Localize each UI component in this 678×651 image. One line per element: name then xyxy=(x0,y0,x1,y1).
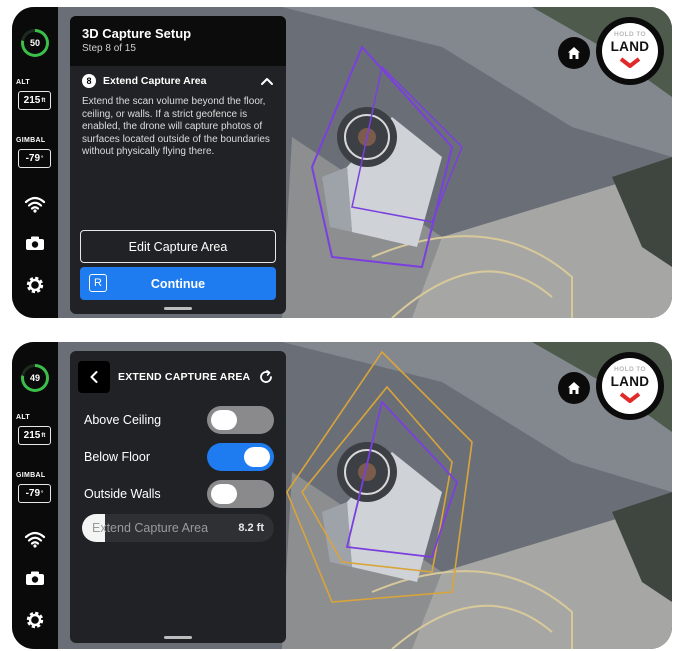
gimbal-label: GIMBAL xyxy=(16,472,46,479)
below-floor-toggle[interactable] xyxy=(207,443,274,471)
screen-capture-setup: 50 ALT 215 ft GIMBAL -79 ° 3D Capture Setu… xyxy=(12,7,672,318)
gimbal-label: GIMBAL xyxy=(16,137,46,144)
panel-title: EXTEND CAPTURE AREA xyxy=(118,371,251,383)
alt-value: 215 xyxy=(23,430,41,441)
wifi-icon[interactable] xyxy=(24,194,46,214)
left-rail: 50 ALT 215 ft GIMBAL -79 ° xyxy=(12,7,58,318)
home-icon xyxy=(568,382,580,394)
wifi-icon[interactable] xyxy=(24,529,46,549)
home-icon xyxy=(568,47,580,59)
hold-to-land-button[interactable]: HOLD TO LAND xyxy=(596,17,664,85)
alt-label: ALT xyxy=(16,79,30,86)
chevron-down-icon xyxy=(619,57,641,68)
step-number-badge: 8 xyxy=(82,74,96,88)
alt-value: 215 xyxy=(23,95,41,106)
gimbal-unit: ° xyxy=(41,490,44,497)
section-description: Extend the scan volume beyond the floor,… xyxy=(82,96,270,157)
toggle-row-below-floor: Below Floor xyxy=(84,443,274,471)
toggle-label: Below Floor xyxy=(84,450,150,464)
extend-capture-area-slider[interactable]: Extend Capture Area 8.2 ft xyxy=(82,514,274,542)
gear-icon[interactable] xyxy=(24,610,46,630)
back-chevron-icon xyxy=(90,371,98,383)
edit-capture-area-button[interactable]: Edit Capture Area xyxy=(80,230,276,263)
section-title: Extend Capture Area xyxy=(103,75,207,87)
gimbal-value: -79 xyxy=(25,488,41,499)
land-hint: HOLD TO xyxy=(614,31,646,38)
alt-unit: ft xyxy=(41,97,46,104)
left-rail: 49 ALT 215 ft GIMBAL -79 ° xyxy=(12,342,58,649)
camera-icon[interactable] xyxy=(24,233,46,253)
gimbal-readout: -79 ° xyxy=(18,484,51,503)
toggle-row-outside-walls: Outside Walls xyxy=(84,480,274,508)
slider-value: 8.2 ft xyxy=(238,522,264,534)
land-hint: HOLD TO xyxy=(614,366,646,373)
land-label: LAND xyxy=(610,39,650,54)
toggle-row-above-ceiling: Above Ceiling xyxy=(84,406,274,434)
gear-icon[interactable] xyxy=(24,275,46,295)
panel-header: 3D Capture Setup Step 8 of 15 xyxy=(70,16,286,66)
gimbal-readout: -79 ° xyxy=(18,149,51,168)
hold-to-land-button[interactable]: HOLD TO LAND xyxy=(596,352,664,420)
capture-setup-panel: 3D Capture Setup Step 8 of 15 8 Extend C… xyxy=(70,16,286,314)
camera-icon[interactable] xyxy=(24,568,46,588)
section-header[interactable]: 8 Extend Capture Area xyxy=(82,74,274,88)
continue-button[interactable]: R Continue xyxy=(80,267,276,300)
battery-indicator: 49 xyxy=(21,364,49,392)
toggle-label: Outside Walls xyxy=(84,487,161,501)
alt-readout: 215 ft xyxy=(18,91,51,110)
alt-unit: ft xyxy=(41,432,46,439)
screen-extend-capture-area: 49 ALT 215 ft GIMBAL -79 ° EXTEND CAPTURE … xyxy=(12,342,672,649)
slider-label: Extend Capture Area xyxy=(92,521,209,535)
toggle-label: Above Ceiling xyxy=(84,413,162,427)
r-key-badge: R xyxy=(89,274,107,292)
battery-percent: 50 xyxy=(29,38,40,48)
gimbal-value: -79 xyxy=(25,153,41,164)
chevron-up-icon[interactable] xyxy=(260,76,274,86)
panel-header: EXTEND CAPTURE AREA xyxy=(70,351,286,397)
above-ceiling-toggle[interactable] xyxy=(207,406,274,434)
battery-percent: 49 xyxy=(29,373,40,383)
alt-readout: 215 ft xyxy=(18,426,51,445)
panel-drag-handle[interactable] xyxy=(164,307,192,310)
chevron-down-icon xyxy=(619,392,641,403)
land-label: LAND xyxy=(610,374,650,389)
continue-label: Continue xyxy=(150,276,206,291)
home-button[interactable] xyxy=(558,372,590,404)
extend-capture-panel: EXTEND CAPTURE AREA Above Ceiling Below … xyxy=(70,351,286,643)
gimbal-unit: ° xyxy=(41,155,44,162)
back-button[interactable] xyxy=(78,361,110,393)
step-counter: Step 8 of 15 xyxy=(82,43,136,54)
panel-drag-handle[interactable] xyxy=(164,636,192,639)
battery-indicator: 50 xyxy=(21,29,49,57)
panel-title: 3D Capture Setup xyxy=(82,26,192,41)
reset-icon[interactable] xyxy=(258,369,274,385)
home-button[interactable] xyxy=(558,37,590,69)
alt-label: ALT xyxy=(16,414,30,421)
outside-walls-toggle[interactable] xyxy=(207,480,274,508)
